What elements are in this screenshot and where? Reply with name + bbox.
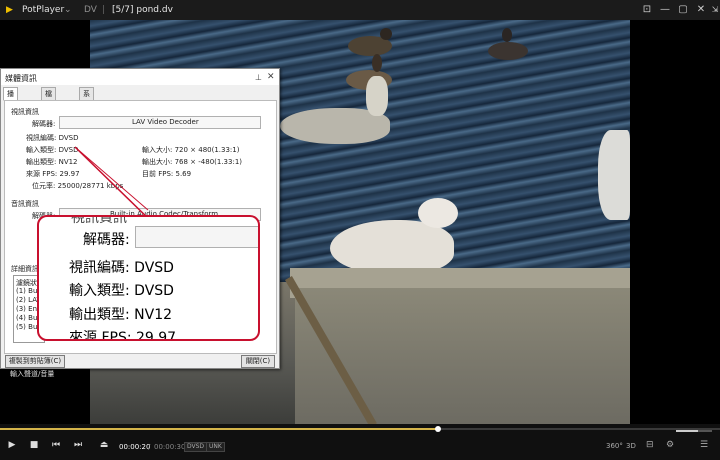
callout-pointer-line xyxy=(74,146,149,211)
3d-icon[interactable]: 3D xyxy=(626,442,636,450)
eject-icon[interactable]: ⏏ xyxy=(98,440,110,450)
callout-output-type: 輸出類型: NV12 xyxy=(69,307,173,323)
callout-decoder-label: 解碼器: xyxy=(83,232,130,248)
menu-icon[interactable]: ☰ xyxy=(700,440,708,450)
callout-decoder-field xyxy=(135,226,258,248)
total-time[interactable]: 00:00:30 xyxy=(154,443,185,451)
seek-handle[interactable] xyxy=(435,426,441,432)
callout-partial-heading: 視訊資訊 xyxy=(71,215,127,226)
zoom-callout: 視訊資訊 解碼器: 視訊編碼: DVSD 輸入類型: DVSD 輸出類型: NV… xyxy=(37,215,260,341)
time-separator: / xyxy=(148,443,151,451)
current-time[interactable]: 00:00:20 xyxy=(119,443,150,451)
next-icon[interactable]: ⏭ xyxy=(72,440,84,450)
player-controls: ▶ ■ ⏮ ⏭ ⏏ 00:00:20 / 00:00:30 DVSD UNK 3… xyxy=(0,424,720,460)
previous-icon[interactable]: ⏮ xyxy=(50,440,62,450)
play-icon[interactable]: ▶ xyxy=(6,440,18,450)
360-icon[interactable]: 360° xyxy=(606,442,623,450)
callout-video-codec: 視訊編碼: DVSD xyxy=(69,260,174,276)
video-codec-badge: DVSD xyxy=(184,442,208,452)
subtitle-icon[interactable]: ⊟ xyxy=(646,440,654,450)
callout-pointer-line xyxy=(74,146,156,226)
audio-codec-badge: UNK xyxy=(206,442,225,452)
seek-bar-progress xyxy=(0,428,438,430)
callout-input-type: 輸入類型: DVSD xyxy=(69,283,174,299)
callout-partial-fps: 來源 FPS: 29.97 xyxy=(69,330,177,341)
volume-level xyxy=(676,430,698,432)
gear-icon[interactable]: ⚙ xyxy=(666,440,674,450)
stop-icon[interactable]: ■ xyxy=(28,440,40,450)
